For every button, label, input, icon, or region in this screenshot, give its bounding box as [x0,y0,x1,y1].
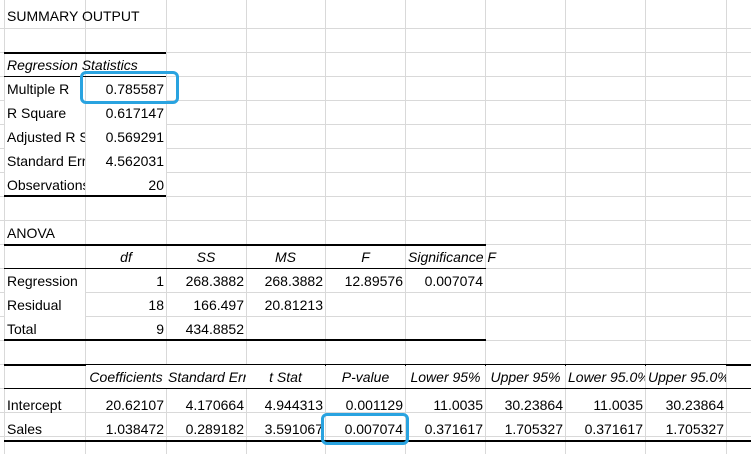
coef-cell[interactable]: 0.289182 [166,417,246,441]
anova-cell[interactable]: 434.8852 [166,317,246,341]
anova-header-df[interactable]: df [86,245,166,269]
coef-cell[interactable]: 1.705327 [646,417,726,441]
coef-header-upper-95[interactable]: Upper 95% [486,365,565,389]
coef-label-sales[interactable]: Sales [5,417,85,441]
coef-cell[interactable]: 1.038472 [86,417,166,441]
coef-header-coefficients[interactable]: Coefficients [86,365,166,389]
stat-value-observations[interactable]: 20 [86,173,166,197]
table-bottom-border [4,195,166,197]
coef-cell[interactable]: 30.23864 [486,393,565,417]
highlight-box-p-value [321,413,409,445]
stat-value-adjusted-r-square[interactable]: 0.569291 [86,125,166,149]
coef-cell[interactable]: 4.944313 [246,393,325,417]
coef-header-t-stat[interactable]: t Stat [246,365,325,389]
stat-label-multiple-r[interactable]: Multiple R [5,77,85,101]
anova-header-ms[interactable]: MS [246,245,325,269]
spreadsheet-grid[interactable]: SUMMARY OUTPUT Regression Statistics Mul… [0,0,751,454]
table-bottom-border [4,339,486,341]
anova-cell[interactable]: 9 [86,317,166,341]
highlight-box-multiple-r [80,71,179,104]
anova-cell[interactable]: 268.3882 [246,269,325,293]
anova-label-residual[interactable]: Residual [5,293,85,317]
anova-cell[interactable]: 18 [86,293,166,317]
anova-cell[interactable]: 268.3882 [166,269,246,293]
anova-label-regression[interactable]: Regression [5,269,85,293]
coef-cell[interactable]: 0.371617 [406,417,485,441]
stat-label-standard-error[interactable]: Standard Error [5,149,85,173]
coef-header-lower-95-0[interactable]: Lower 95.0% [566,365,645,389]
coef-header-lower-95[interactable]: Lower 95% [406,365,485,389]
anova-label-total[interactable]: Total [5,317,85,341]
anova-cell[interactable]: 0.007074 [406,269,485,293]
coef-label-intercept[interactable]: Intercept [5,393,85,417]
coef-cell[interactable]: 3.591067 [246,417,325,441]
coef-cell[interactable]: 4.170664 [166,393,246,417]
anova-header-ss[interactable]: SS [166,245,246,269]
gridline [0,28,751,29]
coef-cell[interactable]: 30.23864 [646,393,726,417]
gridline [726,0,727,454]
coef-cell[interactable]: 1.705327 [486,417,565,441]
anova-cell[interactable]: 12.89576 [326,269,405,293]
anova-header-f[interactable]: F [326,245,405,269]
anova-cell[interactable]: 1 [86,269,166,293]
coef-cell[interactable]: 11.0035 [406,393,485,417]
coef-header-p-value[interactable]: P-value [326,365,405,389]
coef-cell[interactable]: 0.371617 [566,417,645,441]
coef-header-standard-error[interactable]: Standard Error [166,365,246,389]
stat-value-r-square[interactable]: 0.617147 [86,101,166,125]
gridline [0,220,751,221]
stat-label-adjusted-r-square[interactable]: Adjusted R Square [5,125,85,149]
stat-value-standard-error[interactable]: 4.562031 [86,149,166,173]
stat-label-r-square[interactable]: R Square [5,101,85,125]
coef-cell[interactable]: 11.0035 [566,393,645,417]
anova-header-significance-f[interactable]: Significance F [406,245,496,269]
summary-title[interactable]: SUMMARY OUTPUT [5,4,205,28]
anova-cell[interactable]: 166.497 [166,293,246,317]
coef-cell[interactable]: 20.62107 [86,393,166,417]
anova-cell[interactable]: 20.81213 [246,293,325,317]
header-bottom-border [4,388,751,389]
stat-label-observations[interactable]: Observations [5,173,85,197]
anova-title[interactable]: ANOVA [5,221,85,245]
coef-header-upper-95-0[interactable]: Upper 95.0% [646,365,726,389]
